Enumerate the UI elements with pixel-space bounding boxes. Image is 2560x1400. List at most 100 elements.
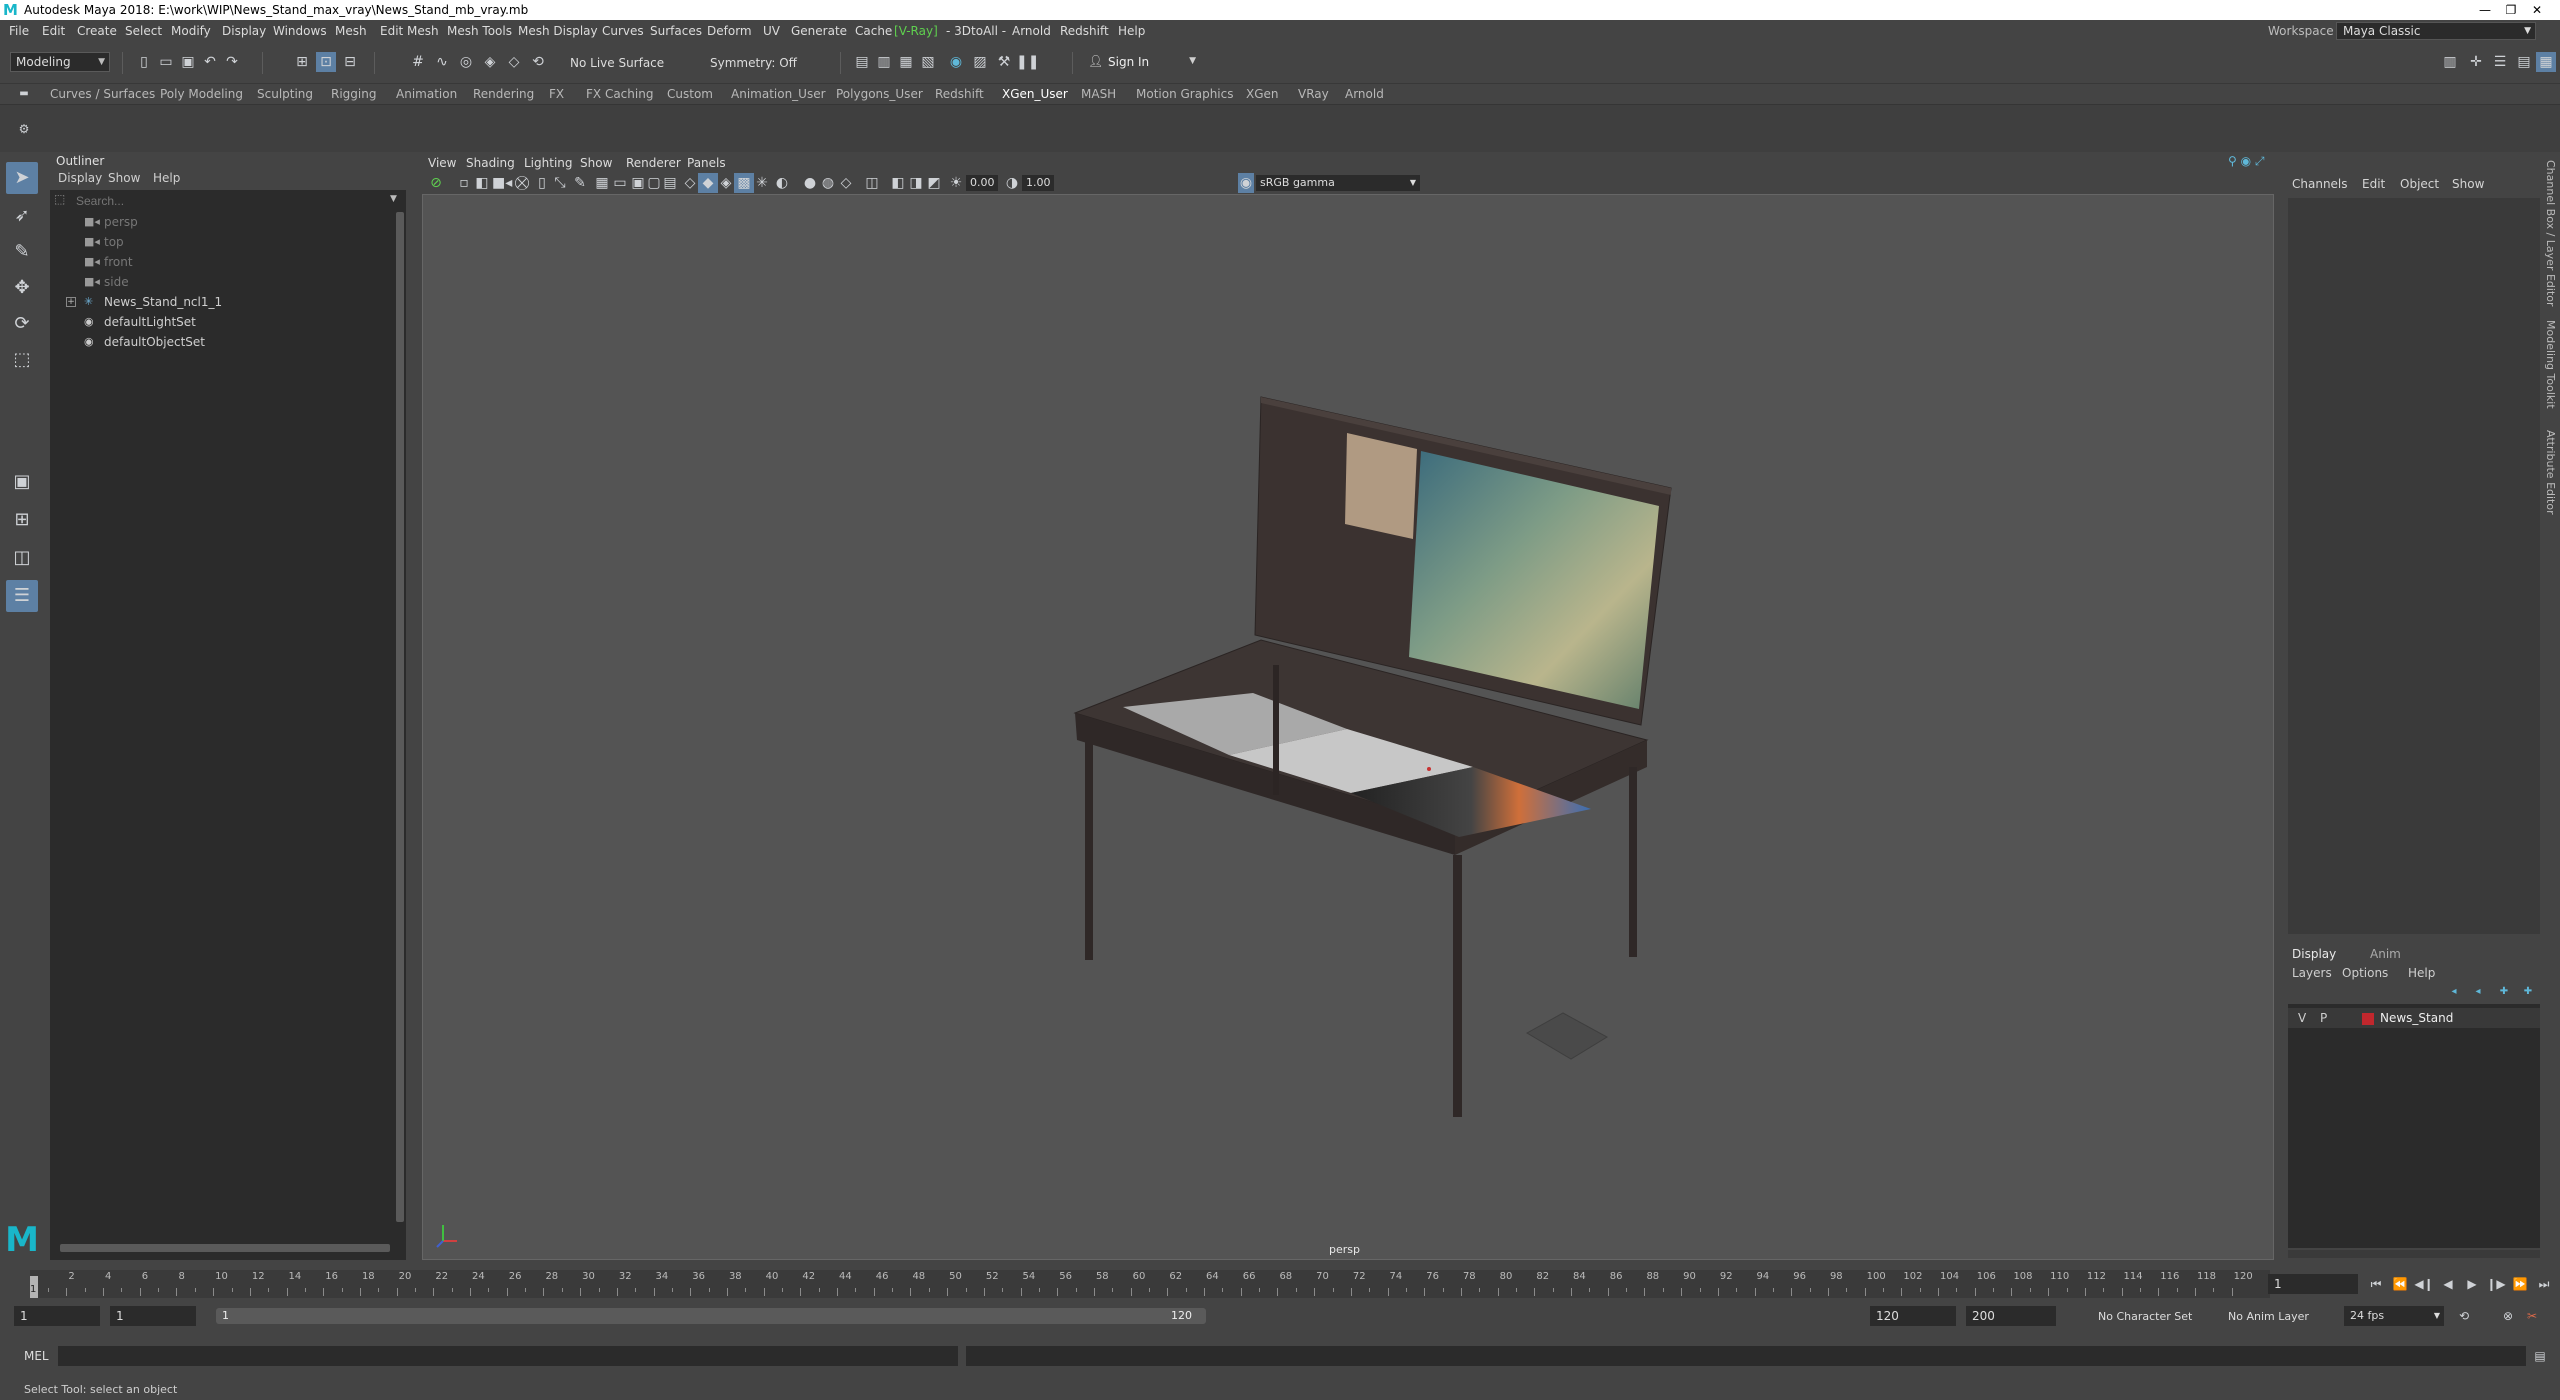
fps-select[interactable]: 24 fps ▼	[2344, 1306, 2444, 1326]
viewport-corner-icons[interactable]: ⚲ ◉ ⤢	[2228, 154, 2265, 169]
move-layer-down-icon[interactable]: ◂	[2468, 982, 2488, 1002]
menu-create[interactable]: Create	[77, 24, 117, 38]
outliner-layout-icon[interactable]: ☰	[6, 580, 38, 612]
panel-layout-icon[interactable]: ▥	[2440, 52, 2460, 72]
image-plane-icon[interactable]: ▫	[454, 173, 474, 193]
layer-menu-help[interactable]: Help	[2408, 966, 2435, 980]
shelf-settings-icon[interactable]: ⚙	[14, 119, 34, 139]
menu-modify[interactable]: Modify	[171, 24, 211, 38]
outliner-horizontal-scrollbar[interactable]	[60, 1244, 390, 1252]
snap-surface-icon[interactable]: ◇	[504, 52, 524, 72]
auto-key-icon[interactable]: ⊗	[2498, 1306, 2518, 1326]
save-scene-icon[interactable]: ▣	[178, 52, 198, 72]
color-management-icon[interactable]: ◉	[1238, 173, 1254, 193]
menu-surfaces[interactable]: Surfaces	[650, 24, 702, 38]
new-scene-icon[interactable]: ▯	[134, 52, 154, 72]
menu-generate[interactable]: Generate	[791, 24, 847, 38]
menu-file[interactable]: File	[9, 24, 29, 38]
animation-start-field[interactable]: 1	[14, 1306, 100, 1326]
isolate-select-icon[interactable]: ◫	[862, 173, 882, 193]
pause-render-icon[interactable]: ❚❚	[1016, 52, 1039, 72]
rotate-tool-icon[interactable]: ⟳	[6, 308, 38, 340]
xray-components-icon[interactable]: ◩	[924, 173, 944, 193]
wireframe-icon[interactable]: ◇	[680, 173, 700, 193]
menu-display[interactable]: Display	[222, 24, 266, 38]
side-tab-attribute-editor[interactable]: Attribute Editor	[2544, 430, 2557, 515]
outliner-item-front[interactable]: ■◂ front	[50, 252, 390, 272]
redo-icon[interactable]: ↷	[222, 52, 242, 72]
menu-cache[interactable]: Cache	[855, 24, 892, 38]
workspace-select[interactable]: Maya Classic ▼	[2336, 22, 2536, 40]
play-forwards-icon[interactable]: ▶	[2462, 1274, 2482, 1294]
viewport-menu-shading[interactable]: Shading	[466, 156, 515, 170]
channel-box-toggle-icon[interactable]: ▦	[2536, 52, 2556, 72]
menu-edit[interactable]: Edit	[42, 24, 65, 38]
menu-deform[interactable]: Deform	[707, 24, 752, 38]
expand-icon[interactable]: +	[66, 297, 76, 307]
layer-menu-layers[interactable]: Layers	[2292, 966, 2332, 980]
live-surface-label[interactable]: No Live Surface	[570, 56, 664, 70]
viewport-canvas[interactable]: persp	[422, 194, 2274, 1260]
menu-arnold[interactable]: Arnold	[1012, 24, 1051, 38]
channels-menu-object[interactable]: Object	[2400, 177, 2439, 191]
render-settings-icon[interactable]: ▧	[918, 52, 938, 72]
grid-toggle-icon[interactable]: ▦	[592, 173, 612, 193]
shelf-tab-xgen-user[interactable]: XGen_User	[1002, 87, 1068, 101]
snap-view-icon[interactable]: ◈	[480, 52, 500, 72]
exposure-field[interactable]: 0.00	[966, 175, 998, 191]
menu-uv[interactable]: UV	[763, 24, 780, 38]
channels-menu-channels[interactable]: Channels	[2292, 177, 2348, 191]
layer-tab-display[interactable]: Display	[2292, 947, 2336, 961]
shelf-menu-icon[interactable]: ▬	[14, 84, 34, 104]
layer-menu-options[interactable]: Options	[2342, 966, 2388, 980]
textured-icon[interactable]: ▩	[734, 173, 754, 193]
channels-menu-show[interactable]: Show	[2452, 177, 2484, 191]
outliner-item-default-object-set[interactable]: ◉ defaultObjectSet	[50, 332, 390, 352]
snap-rotate-icon[interactable]: ⟲	[528, 52, 548, 72]
outliner-item-top[interactable]: ■◂ top	[50, 232, 390, 252]
shelf-tab-motion-graphics[interactable]: Motion Graphics	[1136, 87, 1234, 101]
menu-curves[interactable]: Curves	[602, 24, 644, 38]
wireframe-on-shaded-icon[interactable]: ◈	[716, 173, 736, 193]
playback-end-field[interactable]: 120	[1870, 1306, 1956, 1326]
script-editor-icon[interactable]: ▤	[2530, 1346, 2550, 1366]
shelf-tab-xgen[interactable]: XGen	[1246, 87, 1279, 101]
camera-icon[interactable]: ■◂	[492, 173, 512, 193]
layer-color-swatch[interactable]	[2362, 1013, 2374, 1025]
outliner-item-news-stand[interactable]: + ✳ News_Stand_ncl1_1	[50, 292, 390, 312]
anti-aliasing-icon[interactable]: ◇	[836, 173, 856, 193]
shelf-tab-animation-user[interactable]: Animation_User	[731, 87, 826, 101]
chevron-down-icon[interactable]: ▼	[390, 194, 397, 204]
render-sequence-icon[interactable]: ▥	[874, 52, 894, 72]
four-view-layout-icon[interactable]: ⊞	[6, 504, 38, 536]
shelf-tab-custom[interactable]: Custom	[667, 87, 713, 101]
menu-mesh[interactable]: Mesh	[335, 24, 367, 38]
command-language-label[interactable]: MEL	[24, 1349, 49, 1363]
layer-visibility-toggle[interactable]: V	[2298, 1008, 2306, 1028]
shelf-tab-arnold[interactable]: Arnold	[1345, 87, 1384, 101]
viewport-menu-show[interactable]: Show	[580, 156, 612, 170]
menu-mesh-tools[interactable]: Mesh Tools	[447, 24, 512, 38]
step-forward-key-icon[interactable]: ⏩	[2510, 1274, 2530, 1294]
menu-edit-mesh[interactable]: Edit Mesh	[380, 24, 439, 38]
layer-row-news-stand[interactable]: V P News_Stand	[2288, 1008, 2540, 1028]
lock-camera-icon[interactable]: ⛒	[512, 173, 532, 193]
menu-vray[interactable]: [V-Ray]	[894, 24, 938, 38]
close-button[interactable]: ✕	[2514, 0, 2560, 20]
select-component-icon[interactable]: ⊟	[340, 52, 360, 72]
snap-curve-icon[interactable]: ∿	[432, 52, 452, 72]
render-frame-icon[interactable]: ▤	[852, 52, 872, 72]
new-layer-icon[interactable]: ✚	[2494, 982, 2514, 1002]
command-input[interactable]	[58, 1346, 958, 1366]
use-all-lights-icon[interactable]: ✳	[752, 173, 772, 193]
outliner-toggle-icon[interactable]: ☰	[2490, 52, 2510, 72]
move-tool-icon[interactable]: ✥	[6, 272, 38, 304]
shelf-tab-rigging[interactable]: Rigging	[331, 87, 376, 101]
side-tab-modeling-toolkit[interactable]: Modeling Toolkit	[2544, 320, 2557, 409]
go-to-start-icon[interactable]: ⏮	[2366, 1274, 2386, 1294]
viewport-menu-panels[interactable]: Panels	[687, 156, 726, 170]
channels-menu-edit[interactable]: Edit	[2362, 177, 2385, 191]
snap-point-icon[interactable]: ◎	[456, 52, 476, 72]
film-gate-icon[interactable]: ▯	[532, 173, 552, 193]
layer-playback-toggle[interactable]: P	[2320, 1008, 2327, 1028]
